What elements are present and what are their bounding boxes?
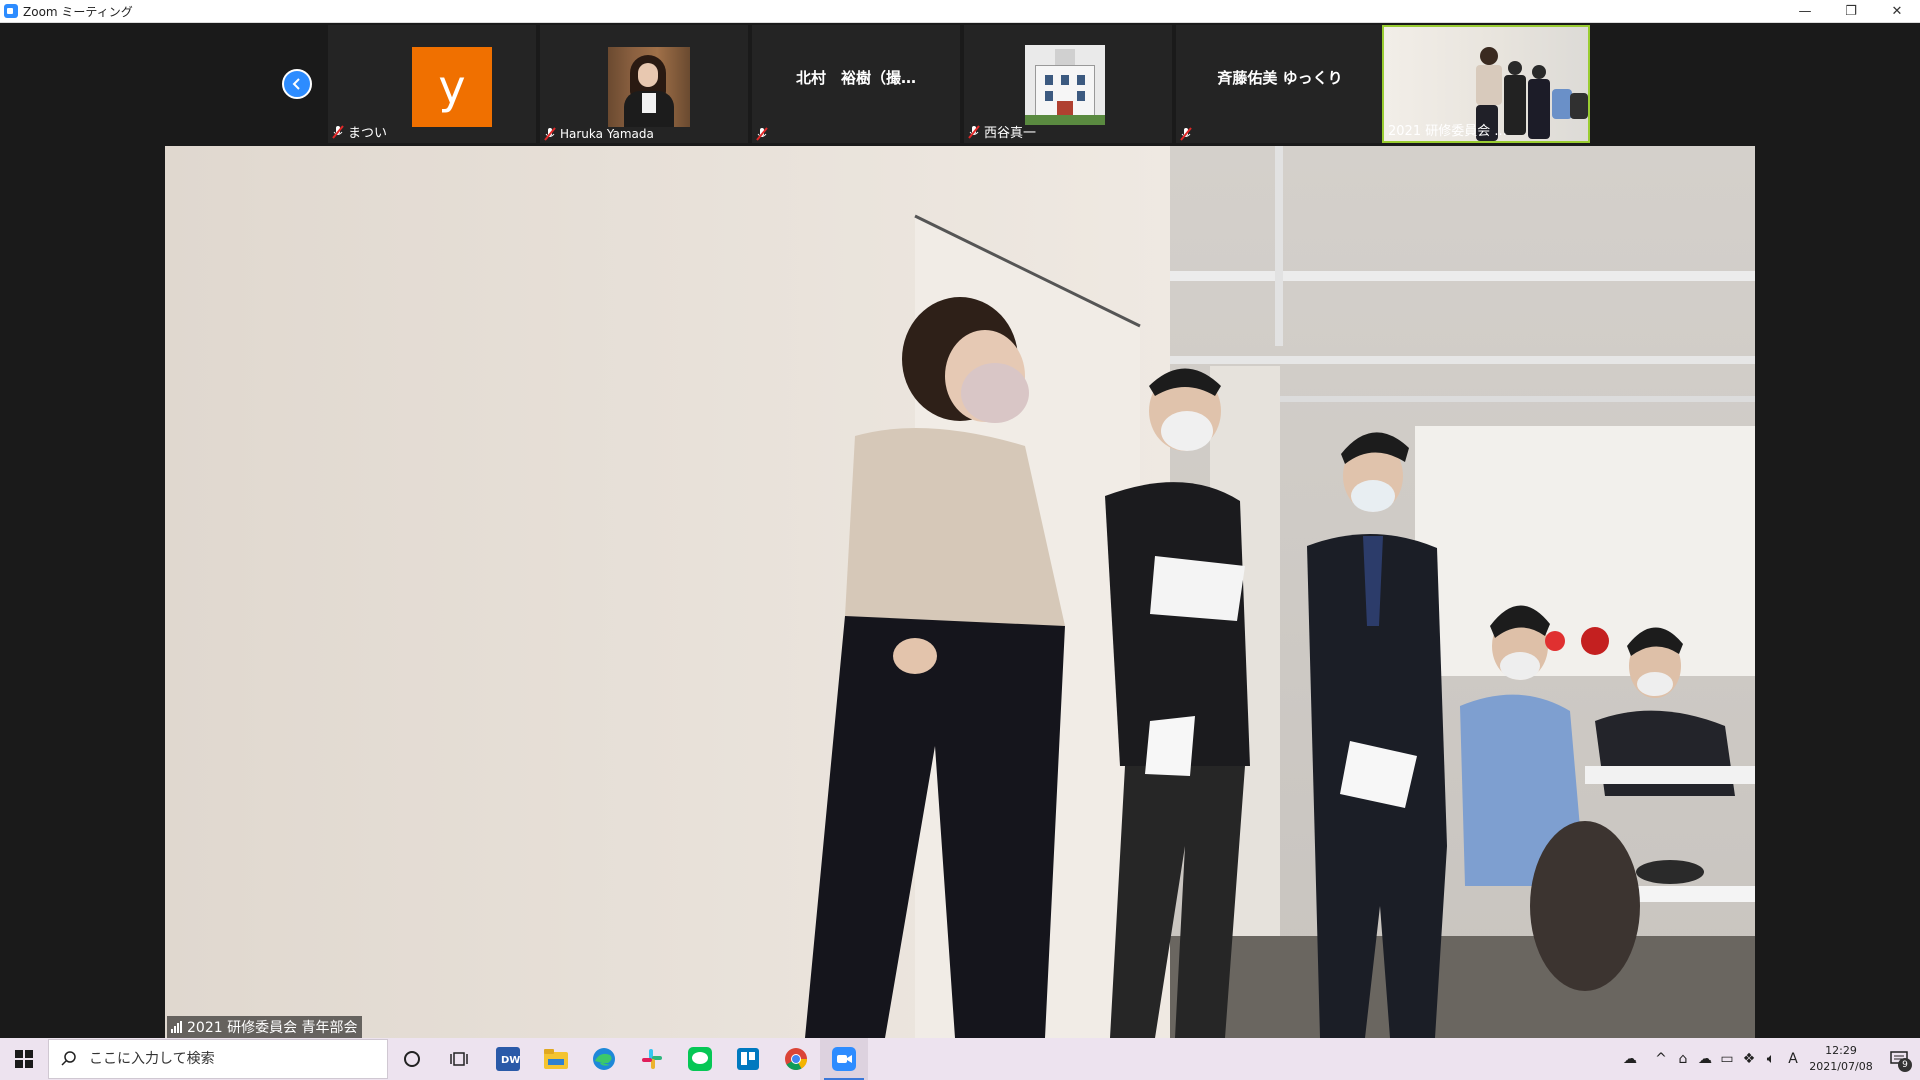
trello-button[interactable] (724, 1038, 772, 1080)
participant-label (756, 127, 772, 141)
slack-icon (642, 1049, 662, 1069)
participant-tile[interactable]: 斉藤佑美 ゆっくり (1176, 25, 1384, 143)
participant-name: 西谷真一 (984, 126, 1037, 141)
dreamweaver-button[interactable]: DW (484, 1038, 532, 1080)
participant-display-name: 北村 裕樹（撮… (795, 69, 916, 87)
network-icon[interactable]: ▭ (1716, 1038, 1738, 1080)
window-controls: — ❐ ✕ (1782, 0, 1920, 22)
participant-tile[interactable]: y まつい (328, 25, 536, 143)
participant-label: まつい (332, 122, 387, 141)
dropbox-icon[interactable]: ❖ (1738, 1038, 1760, 1080)
start-button[interactable] (0, 1038, 48, 1080)
trello-icon (737, 1048, 759, 1070)
action-center-button[interactable]: 9 (1878, 1038, 1920, 1080)
participant-video (1025, 45, 1105, 125)
video-frame (165, 146, 1755, 1038)
usb-icon[interactable]: ⌂ (1672, 1038, 1694, 1080)
taskbar-search[interactable] (48, 1039, 388, 1079)
zoom-icon (832, 1047, 856, 1071)
line-icon (688, 1047, 712, 1071)
muted-mic-icon (544, 127, 556, 141)
system-tray: ☁ ^ ⌂ ☁ ▭ ❖ 🔈︎ A 12:29 2021/07/08 9 (1610, 1038, 1920, 1080)
line-button[interactable] (676, 1038, 724, 1080)
meeting-area: y まつい Haruka Yamada 北村 裕樹（撮… 西谷真一 斉藤佑美 ゆ… (0, 23, 1920, 1038)
svg-text:DW: DW (501, 1055, 520, 1066)
clock-time: 12:29 (1825, 1044, 1857, 1057)
cortana-button[interactable] (388, 1038, 436, 1080)
search-input[interactable] (87, 1050, 361, 1068)
clock[interactable]: 12:29 2021/07/08 (1804, 1043, 1878, 1075)
edge-button[interactable] (580, 1038, 628, 1080)
signal-strength-icon (171, 1021, 182, 1033)
close-button[interactable]: ✕ (1874, 0, 1920, 22)
muted-mic-icon (332, 124, 344, 139)
participant-label (1180, 127, 1196, 141)
participant-video (608, 47, 690, 127)
participant-tile[interactable]: Haruka Yamada (540, 25, 748, 143)
participant-name: Haruka Yamada (560, 127, 654, 141)
previous-page-button[interactable] (282, 69, 312, 99)
main-speaker-video: 2021 研修委員会 青年部会 (165, 146, 1755, 1038)
search-icon (61, 1051, 76, 1066)
file-explorer-button[interactable] (532, 1038, 580, 1080)
participant-label: Haruka Yamada (544, 127, 654, 141)
weather-icon[interactable]: ☁ (1610, 1038, 1650, 1080)
clock-date: 2021/07/08 (1809, 1060, 1873, 1073)
edge-icon (593, 1048, 615, 1070)
slack-button[interactable] (628, 1038, 676, 1080)
participant-name: 2021 研修委員会 ... (1388, 124, 1507, 139)
participant-display-name: 斉藤佑美 ゆっくり (1217, 69, 1343, 87)
muted-mic-icon (1180, 127, 1192, 141)
participant-tile-active[interactable]: 2021 研修委員会 ... (1382, 25, 1590, 143)
chevron-left-icon (292, 78, 300, 90)
windows-logo-icon (15, 1050, 33, 1068)
window-title: Zoom ミーティング (23, 4, 133, 19)
cortana-icon (404, 1051, 420, 1067)
task-view-button[interactable] (436, 1038, 484, 1080)
show-hidden-icons-icon[interactable]: ^ (1650, 1038, 1672, 1080)
participant-label: 西谷真一 (968, 122, 1036, 141)
minimize-button[interactable]: — (1782, 0, 1828, 22)
participant-tile[interactable]: 北村 裕樹（撮… (752, 25, 960, 143)
muted-mic-icon (968, 124, 980, 139)
zoom-button[interactable] (820, 1038, 868, 1080)
participant-name: まつい (348, 126, 388, 141)
chrome-button[interactable] (772, 1038, 820, 1080)
chrome-icon (785, 1048, 807, 1070)
speaker-name-label: 2021 研修委員会 青年部会 (167, 1016, 362, 1038)
task-view-icon (450, 1052, 468, 1066)
participant-tile[interactable]: 西谷真一 (964, 25, 1172, 143)
ime-indicator[interactable]: A (1782, 1038, 1804, 1080)
zoom-app-icon (4, 4, 18, 18)
muted-mic-icon (756, 127, 768, 141)
title-bar: Zoom ミーティング — ❐ ✕ (0, 0, 1920, 23)
notification-badge: 9 (1898, 1058, 1912, 1072)
restore-button[interactable]: ❐ (1828, 0, 1874, 22)
volume-icon[interactable]: 🔈︎ (1760, 1038, 1782, 1080)
participant-label: 2021 研修委員会 ... (1388, 120, 1507, 139)
onedrive-icon[interactable]: ☁ (1694, 1038, 1716, 1080)
file-explorer-icon (544, 1049, 568, 1069)
avatar: y (412, 47, 492, 127)
speaker-name: 2021 研修委員会 青年部会 (187, 1020, 358, 1036)
windows-taskbar: DW (0, 1038, 1920, 1080)
dreamweaver-icon: DW (496, 1047, 520, 1071)
